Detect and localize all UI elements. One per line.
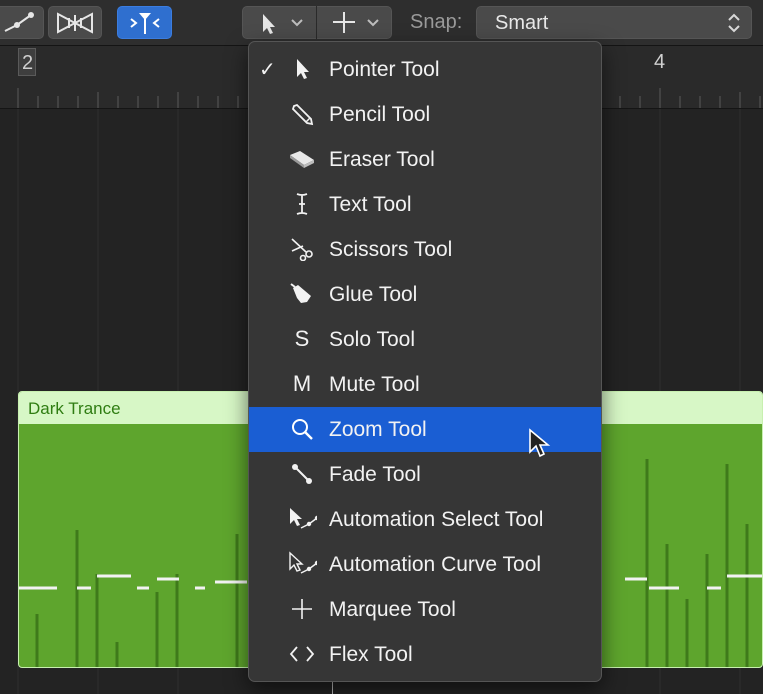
menu-item-automation-curve-tool[interactable]: Automation Curve Tool	[249, 542, 601, 587]
automation-curve-button[interactable]	[0, 6, 44, 39]
menu-item-label: Pointer Tool	[329, 58, 440, 81]
flex-waveform-icon	[57, 11, 93, 34]
automation-curve-icon	[287, 551, 317, 577]
menu-item-mute-tool[interactable]: M Mute Tool	[249, 362, 601, 407]
menu-item-label: Pencil Tool	[329, 103, 431, 126]
catch-playhead-icon	[129, 12, 160, 34]
menu-item-label: Text Tool	[329, 193, 412, 216]
text-cursor-icon	[287, 191, 317, 217]
menu-item-marquee-tool[interactable]: Marquee Tool	[249, 587, 601, 632]
pointer-icon	[287, 56, 317, 82]
menu-item-flex-tool[interactable]: Flex Tool	[249, 632, 601, 677]
menu-item-glue-tool[interactable]: Glue Tool	[249, 272, 601, 317]
crosshair-icon	[287, 596, 317, 622]
automation-curve-icon	[4, 11, 34, 32]
menu-item-label: Scissors Tool	[329, 238, 453, 261]
menu-item-pointer-tool[interactable]: ✓ Pointer Tool	[249, 47, 601, 92]
secondary-tool-menu-button[interactable]	[317, 6, 392, 39]
menu-item-automation-select-tool[interactable]: Automation Select Tool	[249, 497, 601, 542]
menu-item-label: Glue Tool	[329, 283, 418, 306]
automation-select-icon	[287, 506, 317, 532]
flex-mode-button[interactable]	[48, 6, 102, 39]
flex-icon	[287, 641, 317, 667]
menu-item-solo-tool[interactable]: S Solo Tool	[249, 317, 601, 362]
menu-item-pencil-tool[interactable]: Pencil Tool	[249, 92, 601, 137]
bar-number-2: 2	[18, 48, 36, 76]
bar-number-4: 4	[654, 51, 666, 73]
checkmark-icon: ✓	[259, 59, 276, 81]
menu-item-label: Eraser Tool	[329, 148, 435, 171]
menu-item-label: Automation Select Tool	[329, 508, 544, 531]
menu-item-label: Zoom Tool	[329, 418, 427, 441]
pointer-tool-menu-button[interactable]	[242, 6, 316, 39]
menu-item-eraser-tool[interactable]: Eraser Tool	[249, 137, 601, 182]
pencil-icon	[287, 101, 317, 127]
menu-item-label: Mute Tool	[329, 373, 420, 396]
snap-value: Smart	[495, 12, 549, 34]
eraser-icon	[287, 146, 317, 172]
menu-item-label: Solo Tool	[329, 328, 416, 351]
fade-icon	[287, 461, 317, 487]
mouse-cursor-icon	[529, 428, 551, 458]
menu-item-scissors-tool[interactable]: Scissors Tool	[249, 227, 601, 272]
magnifier-icon	[287, 416, 317, 442]
toolbar: Snap: Smart	[0, 0, 763, 46]
solo-icon: S	[294, 326, 310, 351]
menu-item-label: Fade Tool	[329, 463, 421, 486]
pointer-icon	[263, 14, 303, 34]
up-down-chevron-icon	[728, 13, 740, 33]
mute-icon: M	[292, 371, 312, 396]
menu-item-text-tool[interactable]: Text Tool	[249, 182, 601, 227]
glue-icon	[287, 281, 317, 307]
scissors-icon	[287, 236, 317, 262]
catch-playhead-button[interactable]	[117, 6, 172, 39]
menu-item-label: Flex Tool	[329, 643, 413, 666]
crosshair-icon	[333, 12, 379, 33]
tool-menu: ✓ Pointer Tool Pencil Tool Eraser Tool T…	[248, 41, 602, 682]
menu-item-label: Marquee Tool	[329, 598, 456, 621]
menu-item-label: Automation Curve Tool	[329, 553, 542, 576]
snap-select[interactable]: Smart	[476, 6, 752, 39]
snap-label: Snap:	[410, 11, 463, 33]
